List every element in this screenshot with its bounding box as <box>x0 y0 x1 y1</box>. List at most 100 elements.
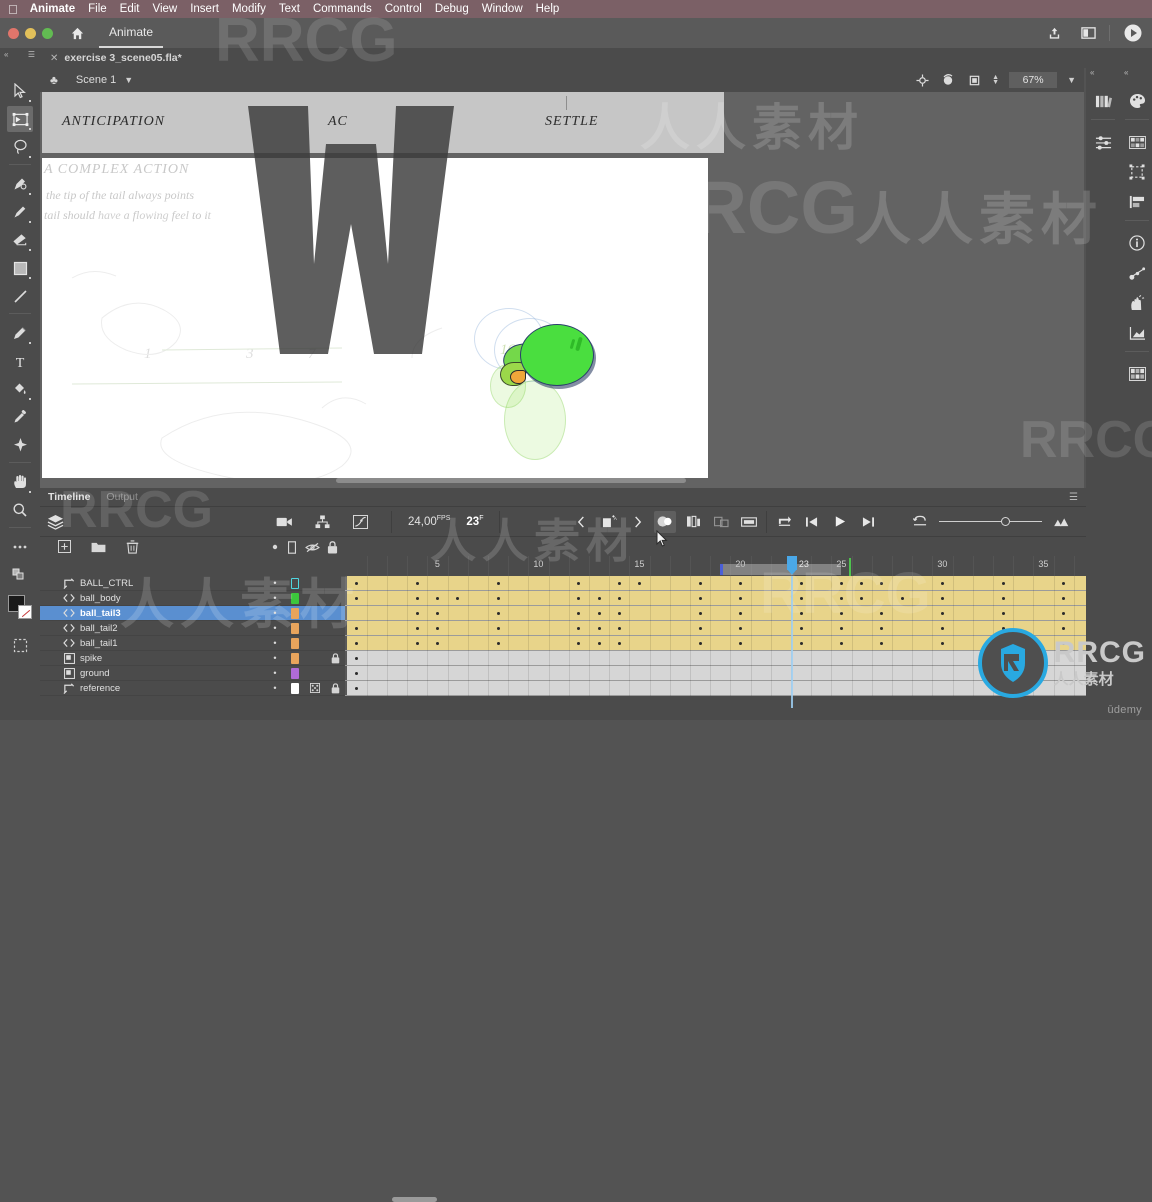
brush-tool[interactable] <box>7 199 33 225</box>
keyframe-marker[interactable] <box>355 582 359 585</box>
keyframe-marker[interactable] <box>1001 597 1005 600</box>
delete-layer-button[interactable] <box>126 539 139 554</box>
keyframe-marker[interactable] <box>496 627 500 630</box>
layer-row-ball_tail3[interactable]: ball_tail3 • <box>40 606 345 621</box>
center-stage-icon[interactable] <box>914 72 930 88</box>
keyframe-marker[interactable] <box>617 582 621 585</box>
fill-color-swatch[interactable] <box>18 605 32 619</box>
next-keyframe-button[interactable] <box>626 511 648 533</box>
keyframe-marker[interactable] <box>839 582 843 585</box>
assets-icon[interactable] <box>1124 290 1150 316</box>
menu-item-window[interactable]: Window <box>482 3 523 15</box>
right-panel-rail-primary[interactable]: « <box>1086 68 1120 720</box>
keyframe-marker[interactable] <box>577 642 581 645</box>
timeline-panel[interactable]: Timeline Output ☰ 24,00FPS 23F A 5 10 15… <box>40 488 1086 1202</box>
rail-collapse-icon[interactable]: « <box>1086 68 1120 84</box>
keyframe-marker[interactable] <box>496 597 500 600</box>
stage-horizontal-scrollbar[interactable] <box>336 478 686 483</box>
lock-column-header[interactable] <box>322 540 342 554</box>
keyframe-marker[interactable] <box>435 612 439 615</box>
layer-row-ground[interactable]: ground • <box>40 666 345 681</box>
window-controls[interactable] <box>0 27 53 39</box>
dot-column-header[interactable] <box>268 544 282 550</box>
keyframe-marker[interactable] <box>860 582 864 585</box>
keyframe-marker[interactable] <box>880 627 884 630</box>
play-button[interactable] <box>829 511 851 533</box>
scene-clover-icon[interactable]: ♣ <box>50 73 58 87</box>
modify-onion-markers-button[interactable] <box>738 511 760 533</box>
layer-columns-header[interactable] <box>40 536 1086 556</box>
menu-item-commands[interactable]: Commands <box>313 3 372 15</box>
graph-editor-icon[interactable] <box>351 513 369 531</box>
rail-collapse-icon[interactable]: « <box>1120 68 1152 84</box>
tools-panel[interactable]: « ☰ T <box>0 48 40 720</box>
timeline-zoom-controls[interactable] <box>909 511 1086 533</box>
timeline-panel-tabs[interactable]: Timeline Output ☰ <box>40 488 1086 506</box>
layer-row-ball_tail1[interactable]: ball_tail1 • <box>40 636 345 651</box>
frame-size-slider[interactable] <box>939 517 1042 526</box>
frame-span[interactable] <box>346 591 1086 606</box>
keyframe-marker[interactable] <box>698 642 702 645</box>
clip-content-icon[interactable] <box>966 72 982 88</box>
onion-skin-outlines-button[interactable] <box>682 511 704 533</box>
color-palette-icon[interactable] <box>1124 88 1150 114</box>
graph-icon[interactable] <box>1124 320 1150 346</box>
zoom-level-input[interactable]: 67% <box>1009 72 1058 88</box>
layer-lock-toggle[interactable] <box>328 682 342 694</box>
keyframe-marker[interactable] <box>355 672 359 675</box>
keyframe-marker[interactable] <box>940 597 944 600</box>
eyedropper-tool[interactable] <box>7 404 33 430</box>
keyframe-marker[interactable] <box>880 582 884 585</box>
width-tool[interactable] <box>7 432 33 458</box>
properties-sliders-icon[interactable] <box>1090 129 1116 155</box>
minimize-window-button[interactable] <box>25 27 36 39</box>
layer-color-swatch[interactable] <box>288 652 302 664</box>
panel-menu-icon[interactable]: ☰ <box>28 50 35 59</box>
keyframe-marker[interactable] <box>839 597 843 600</box>
zoom-chevron-down-icon[interactable]: ▼ <box>1067 75 1076 85</box>
components-icon[interactable] <box>1124 361 1150 387</box>
loop-button[interactable] <box>773 511 795 533</box>
keyframe-marker[interactable] <box>698 597 702 600</box>
keyframe-marker[interactable] <box>1001 612 1005 615</box>
layer-color-swatch[interactable] <box>288 682 302 694</box>
camera-icon[interactable] <box>275 513 293 531</box>
frame-row-spike[interactable] <box>345 651 1086 666</box>
collapse-panel-icon[interactable]: « <box>4 50 8 59</box>
macos-menu-bar[interactable]:  Animate File Edit View Insert Modify T… <box>0 0 1152 18</box>
layer-color-swatch[interactable] <box>288 577 302 589</box>
more-tools-ellipsis-icon[interactable] <box>7 534 33 560</box>
step-back-button[interactable] <box>801 511 823 533</box>
keyframe-marker[interactable] <box>839 612 843 615</box>
keyframe-marker[interactable] <box>435 642 439 645</box>
keyframe-marker[interactable] <box>355 657 359 660</box>
layer-color-swatch[interactable] <box>288 637 302 649</box>
menu-item-file[interactable]: File <box>88 3 107 15</box>
menu-item-view[interactable]: View <box>152 3 177 15</box>
zoom-tool[interactable] <box>7 497 33 523</box>
selection-tool[interactable] <box>7 78 33 104</box>
keyframe-marker[interactable] <box>880 642 884 645</box>
keyframe-marker[interactable] <box>597 597 601 600</box>
menu-item-help[interactable]: Help <box>536 3 560 15</box>
layer-visibility-toggle[interactable] <box>308 683 322 693</box>
hand-tool[interactable] <box>7 469 33 495</box>
free-transform-tool[interactable] <box>7 106 33 132</box>
document-tab-bar[interactable]: ✕ exercise 3_scene05.fla* <box>40 48 1152 68</box>
keyframe-marker[interactable] <box>577 582 581 585</box>
layer-color-swatch[interactable] <box>288 622 302 634</box>
titlebar-actions[interactable] <box>1037 18 1152 48</box>
keyframe-marker[interactable] <box>577 597 581 600</box>
playback-controls[interactable]: A <box>570 510 879 533</box>
eraser-tool[interactable] <box>7 227 33 253</box>
keyframe-marker[interactable] <box>415 642 419 645</box>
edit-bar-right-controls[interactable]: ▲ ▼ 67% ▼ <box>914 72 1084 88</box>
text-tool[interactable]: T <box>7 348 33 374</box>
frame-row-ball_ctrl[interactable] <box>345 576 1086 591</box>
onion-skin-marker-range[interactable] <box>720 564 842 575</box>
menu-item-text[interactable]: Text <box>279 3 300 15</box>
menu-item-insert[interactable]: Insert <box>190 3 219 15</box>
frame-row-reference[interactable] <box>345 681 1086 696</box>
close-window-button[interactable] <box>8 27 19 39</box>
tab-output[interactable]: Output <box>106 491 138 503</box>
